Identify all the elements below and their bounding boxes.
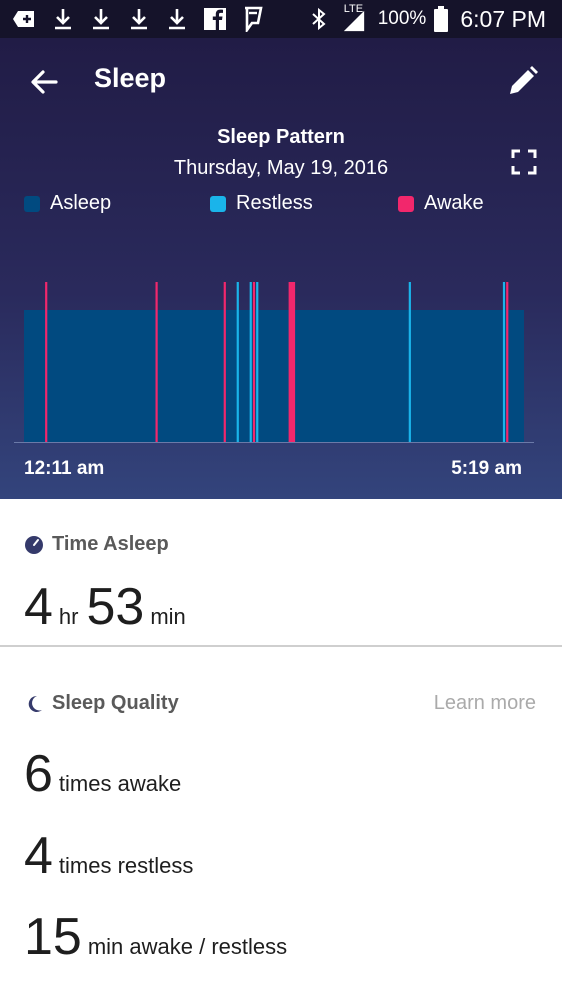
legend-swatch-asleep [24,195,40,212]
time-asleep-value: 4 hr 53 min [24,581,194,633]
notification-icons [12,6,266,32]
download-icon [93,9,109,30]
hours-value: 4 [24,578,53,636]
clock: 6:07 PM [460,5,546,32]
sleep-quality-label: Sleep Quality [52,692,179,714]
times-restless-stat: 4 times restless [24,830,201,882]
restless-bar-4 [249,282,252,442]
times-awake-label: times awake [58,771,182,796]
time-asleep-section: Time Asleep 4 hr 53 min [0,499,562,645]
signal-indicator: LTE [340,3,370,33]
legend-swatch-restless [210,195,226,212]
system-status: LTE 100% 6:07 PM [306,0,546,38]
minutes-unit: min [150,604,186,629]
battery-percent: 100% [377,8,427,29]
moon-icon [28,695,42,712]
legend-item-awake: Awake [398,192,484,215]
chart-legend: Asleep Restless Awake [24,192,544,218]
min-awake-restless-stat: 15 min awake / restless [24,911,295,963]
minutes-value: 53 [86,578,145,636]
add-notification-icon [13,11,34,27]
awake-bar-7 [288,282,296,442]
restless-bar-9 [502,282,506,442]
sleep-quality-heading: Sleep Quality [24,692,179,715]
restless-bar-8 [408,282,411,442]
legend-label-awake: Awake [424,192,484,214]
chart-start-time: 12:11 am [24,458,105,479]
download-icon [169,9,185,30]
facebook-icon [204,8,226,30]
section-divider [0,645,562,647]
sleep-header: Sleep Sleep Pattern Thursday, May 19, 20… [0,38,562,499]
back-arrow-icon[interactable] [26,64,62,100]
download-icon [55,9,71,30]
battery-icon [434,6,449,32]
bluetooth-icon [312,7,326,31]
restless-bar-3 [236,282,239,442]
download-icon [131,9,147,30]
legend-swatch-awake [398,195,414,212]
chart-title: Sleep Pattern [217,126,345,148]
times-awake-stat: 6 times awake [24,748,189,800]
time-asleep-label: Time Asleep [52,533,169,555]
times-restless-label: times restless [58,853,194,878]
awake-bar-5 [252,282,256,442]
times-restless-value: 4 [24,827,53,885]
chart-end-time: 5:19 am [451,458,522,479]
legend-label-restless: Restless [236,192,313,214]
awake-bar-2 [223,282,226,442]
fullscreen-icon[interactable] [510,148,538,176]
status-bar: LTE 100% 6:07 PM [0,0,562,38]
legend-item-asleep: Asleep [24,192,111,215]
times-awake-value: 6 [24,745,53,803]
asleep-band [24,310,524,442]
min-awake-restless-label: min awake / restless [87,934,288,959]
min-awake-restless-value: 15 [24,908,82,966]
legend-item-restless: Restless [210,192,313,215]
awake-bar-1 [155,282,158,442]
clock-icon [25,535,43,554]
awake-bar-10 [506,282,509,442]
pencil-icon[interactable] [506,64,540,98]
legend-label-asleep: Asleep [50,192,112,214]
time-asleep-heading: Time Asleep [24,533,169,556]
sleep-pattern-chart[interactable] [14,260,534,444]
page-title: Sleep [94,63,167,93]
hours-unit: hr [58,604,79,629]
learn-more-link[interactable]: Learn more [434,692,536,715]
restless-bar-6 [256,282,259,442]
awake-bar-0 [45,282,48,442]
signal-icon [343,10,364,32]
chart-date: Thursday, May 19, 2016 [173,157,389,179]
foursquare-icon [245,6,263,32]
